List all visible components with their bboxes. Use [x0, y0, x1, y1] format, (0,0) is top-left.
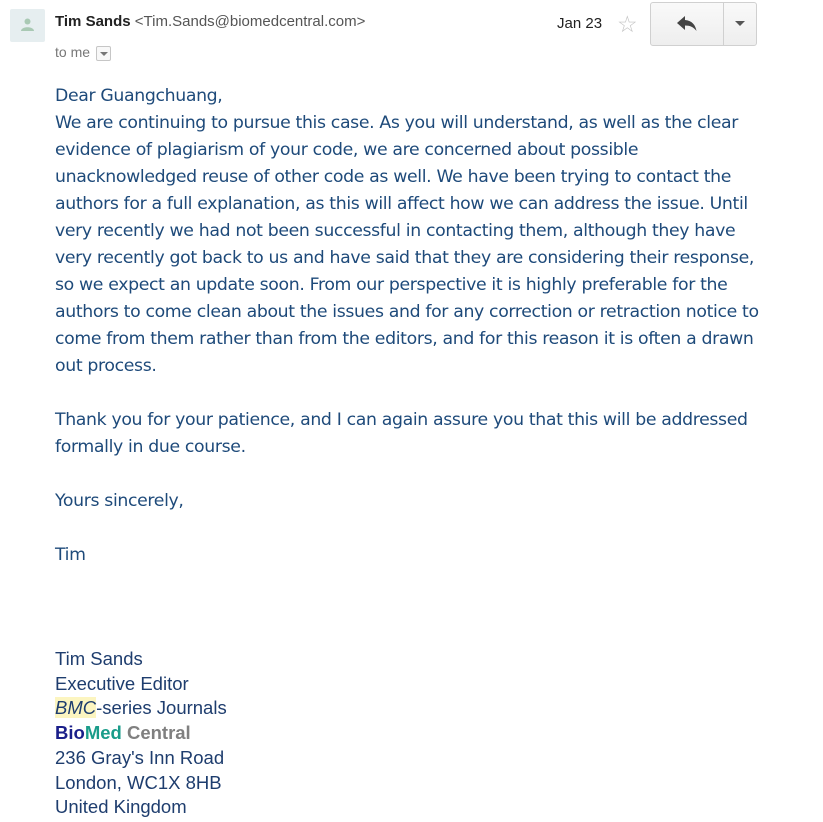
reply-button[interactable] [651, 3, 724, 45]
signature-title: Executive Editor [55, 672, 189, 694]
signature-journal: BMC-series Journals [55, 696, 227, 721]
sender-name[interactable]: Tim Sands [55, 13, 131, 30]
journal-suffix: -series Journals [96, 697, 227, 719]
org-bio: Bio [55, 722, 85, 744]
recipient-label: to me [55, 44, 91, 60]
signature-name: Tim Sands [55, 648, 143, 669]
closing: Yours sincerely, [55, 491, 184, 511]
sender-avatar[interactable] [10, 9, 45, 42]
body-paragraph-1: We are continuing to pursue this case. A… [55, 113, 759, 376]
signature-address-2: London, WC1X 8HB [55, 771, 222, 793]
message-date[interactable]: Jan 23 [557, 15, 602, 32]
sender-email: <Tim.Sands@biomedcentral.com> [134, 13, 366, 30]
reply-button-group [650, 2, 757, 46]
signature-country: United Kingdom [55, 796, 187, 818]
sender-line: Tim Sands <Tim.Sands@biomedcentral.com> [55, 13, 365, 30]
signature-address-1: 236 Gray's Inn Road [55, 746, 225, 768]
greeting: Dear Guangchuang, [55, 86, 223, 106]
body-paragraph-2: Thank you for your patience, and I can a… [55, 410, 748, 457]
signature-block: Tim Sands Executive Editor BMC-series Jo… [55, 647, 227, 820]
recipient-line: to me [55, 44, 112, 61]
first-name: Tim [55, 545, 86, 565]
person-icon [21, 18, 34, 31]
org-central: Central [121, 722, 191, 744]
journal-prefix: BMC [55, 697, 97, 719]
more-actions-button[interactable] [724, 3, 756, 45]
details-dropdown-icon[interactable] [96, 45, 112, 61]
message-header: Tim Sands <Tim.Sands@biomedcentral.com> … [0, 0, 823, 72]
star-icon[interactable]: ☆ [617, 11, 638, 37]
message-body: Dear Guangchuang, We are continuing to p… [55, 83, 775, 569]
reply-icon [677, 16, 697, 31]
org-med: Med [84, 722, 122, 744]
organization-logo-text: BioMed Central [55, 721, 227, 746]
